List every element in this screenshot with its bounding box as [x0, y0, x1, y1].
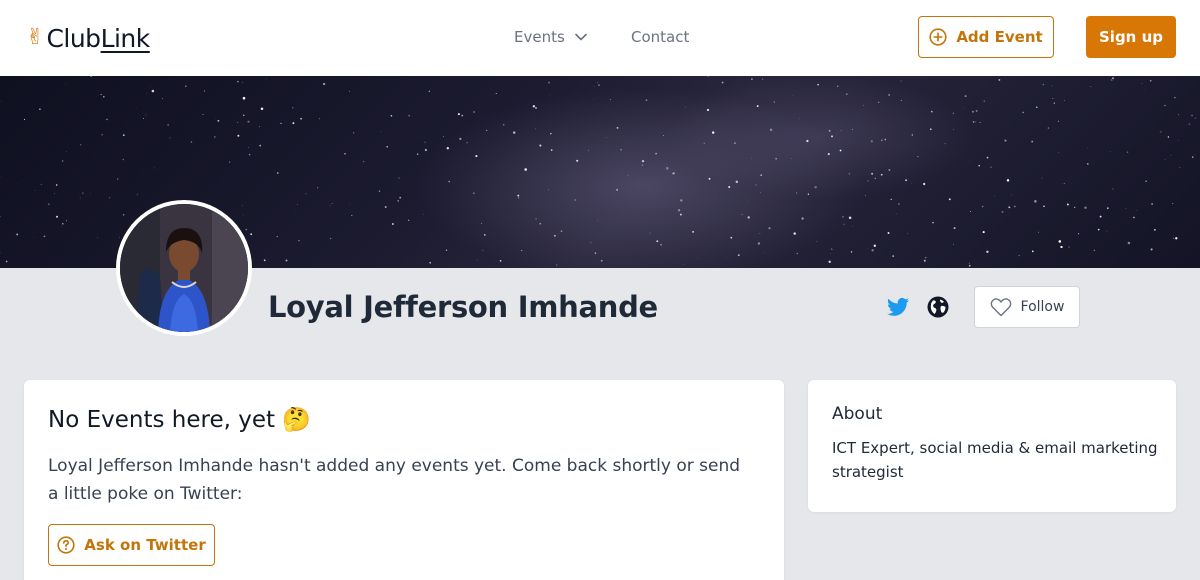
- logo-text-link: Link: [100, 23, 151, 53]
- add-event-button[interactable]: Add Event: [918, 16, 1054, 58]
- about-card-text: ICT Expert, social media & email marketi…: [832, 439, 1158, 481]
- about-card-title: About: [832, 404, 883, 424]
- victory-hand-icon: ✌: [26, 25, 45, 50]
- follow-button[interactable]: Follow: [974, 286, 1080, 328]
- clublink-logo[interactable]: ✌ Club Link: [26, 22, 150, 54]
- nav-events-label: Events: [514, 28, 565, 46]
- profile-name: Loyal Jefferson Imhande: [268, 290, 658, 324]
- add-event-label: Add Event: [956, 28, 1043, 46]
- nav-contact-link[interactable]: Contact: [631, 26, 689, 48]
- profile-avatar: [116, 200, 252, 336]
- sign-up-button[interactable]: Sign up: [1086, 16, 1176, 58]
- logo-text-club: Club: [46, 23, 101, 53]
- ask-on-twitter-label: Ask on Twitter: [84, 536, 206, 554]
- globe-icon[interactable]: [926, 295, 950, 319]
- avatar-photo: [120, 204, 248, 332]
- ask-on-twitter-button[interactable]: Ask on Twitter: [48, 524, 215, 566]
- site-header: ✌ Club Link Events Contact Add Event Sign…: [0, 0, 1200, 76]
- question-circle-icon: [57, 536, 75, 554]
- follow-label: Follow: [1020, 299, 1065, 315]
- chevron-down-icon: [574, 33, 587, 41]
- events-card: No Events here, yet 🤔 Loyal Jefferson Im…: [24, 380, 784, 580]
- nav-events-dropdown[interactable]: Events: [514, 26, 587, 48]
- twitter-icon[interactable]: [886, 295, 910, 319]
- events-card-title: No Events here, yet 🤔: [48, 407, 311, 433]
- heart-icon: [990, 298, 1011, 317]
- about-card: About ICT Expert, social media & email m…: [808, 380, 1176, 512]
- plus-circle-icon: [929, 28, 947, 46]
- events-card-message: Loyal Jefferson Imhande hasn't added any…: [48, 456, 741, 504]
